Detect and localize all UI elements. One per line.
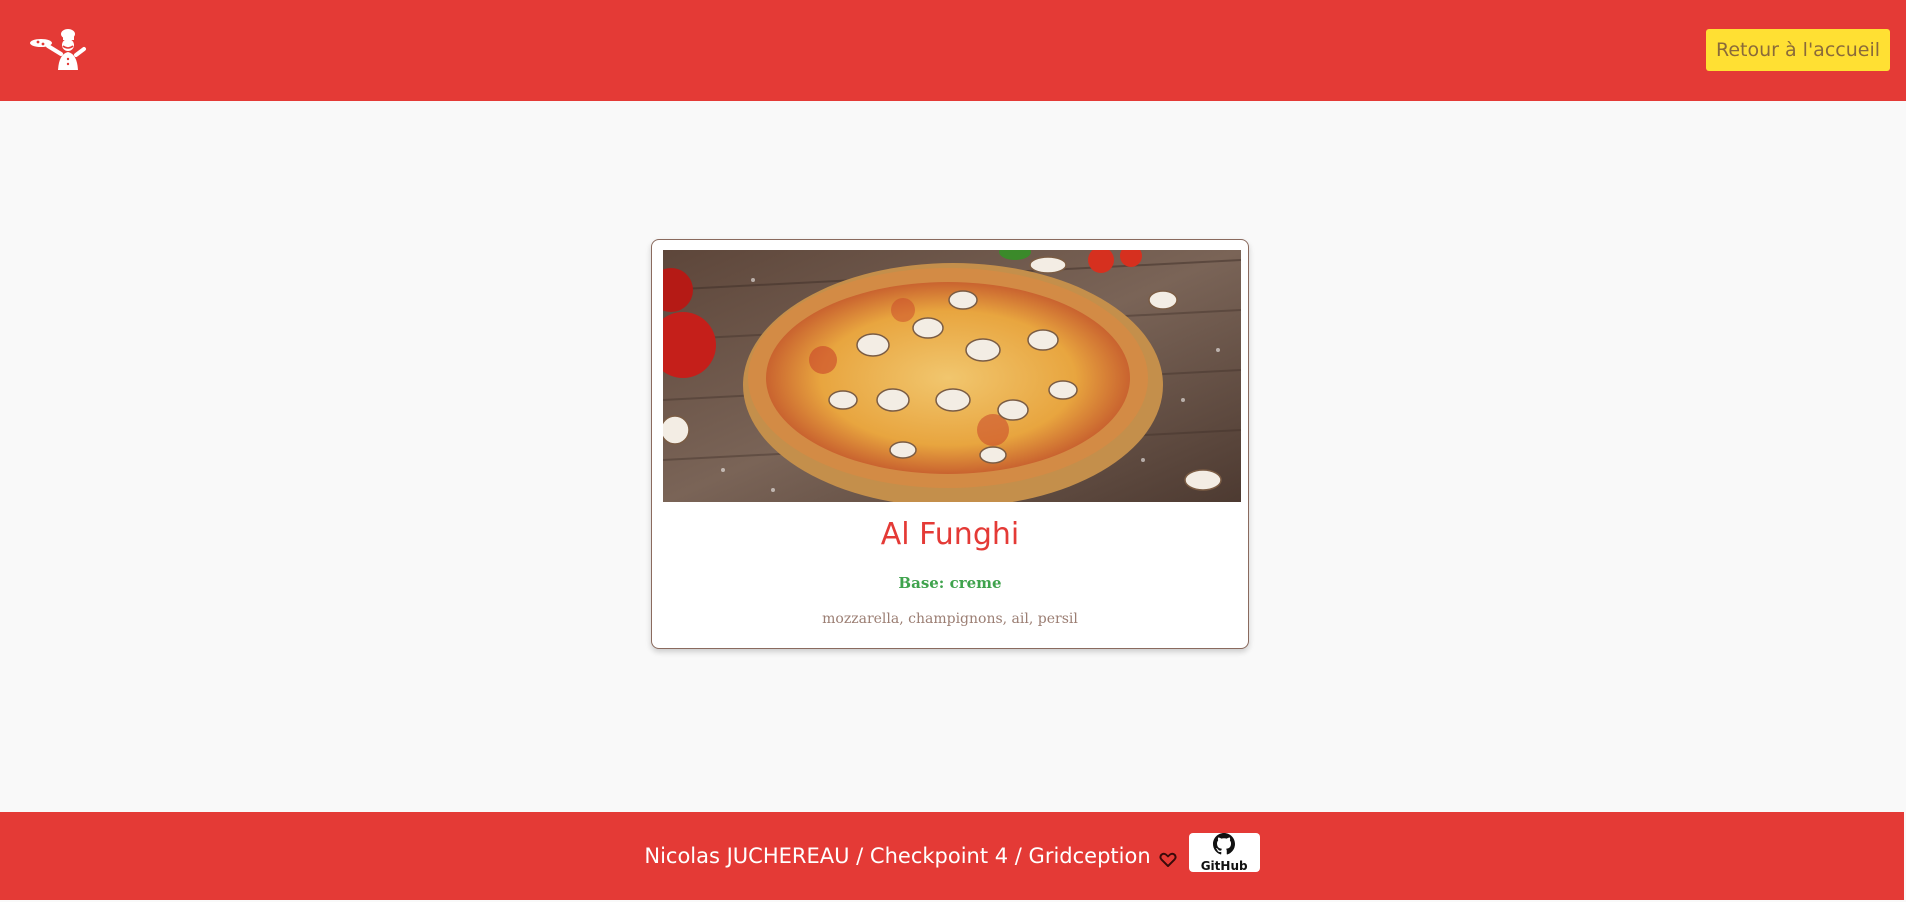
chef-logo-icon[interactable] <box>28 26 88 70</box>
github-icon <box>1213 832 1236 859</box>
footer-content: Nicolas JUCHEREAU / Checkpoint 4 / Gridc… <box>0 812 1904 900</box>
pizza-ingredients: mozzarella, champignons, ail, persil <box>822 611 1078 627</box>
header: Retour à l'accueil <box>0 0 1906 101</box>
pizza-card: Al Funghi Base: creme mozzarella, champi… <box>651 239 1249 649</box>
pizza-photo <box>663 250 1241 502</box>
footer-credit: Nicolas JUCHEREAU / Checkpoint 4 / Gridc… <box>644 844 1151 868</box>
home-button[interactable]: Retour à l'accueil <box>1705 29 1890 71</box>
pizza-base: Base: creme <box>898 574 1002 592</box>
footer: Nicolas JUCHEREAU / Checkpoint 4 / Gridc… <box>0 812 1904 900</box>
pizza-name: Al Funghi <box>880 517 1020 552</box>
github-label: GitHub <box>1200 858 1248 873</box>
github-link[interactable]: GitHub <box>1188 832 1260 873</box>
heart-icon <box>1159 852 1177 868</box>
